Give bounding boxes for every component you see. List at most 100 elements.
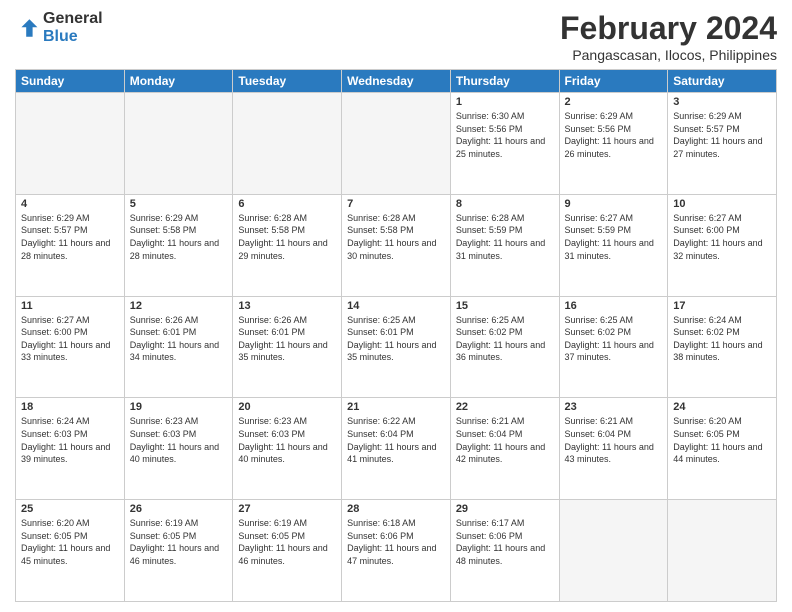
day-header: Tuesday <box>233 70 342 93</box>
page: General Blue February 2024 Pangascasan, … <box>0 0 792 612</box>
calendar-cell: 12 Sunrise: 6:26 AM Sunset: 6:01 PM Dayli… <box>124 296 233 398</box>
calendar-cell: 5 Sunrise: 6:29 AM Sunset: 5:58 PM Daylig… <box>124 194 233 296</box>
day-number: 27 <box>238 503 336 515</box>
calendar-cell: 7 Sunrise: 6:28 AM Sunset: 5:58 PM Daylig… <box>342 194 451 296</box>
day-header: Friday <box>559 70 668 93</box>
day-number: 21 <box>347 401 445 413</box>
calendar-cell: 6 Sunrise: 6:28 AM Sunset: 5:58 PM Daylig… <box>233 194 342 296</box>
day-info: Sunrise: 6:25 AM Sunset: 6:01 PM Dayligh… <box>347 314 445 364</box>
logo-text: General Blue <box>43 10 103 45</box>
day-number: 12 <box>130 300 228 312</box>
day-info: Sunrise: 6:27 AM Sunset: 5:59 PM Dayligh… <box>565 212 663 262</box>
calendar-cell: 11 Sunrise: 6:27 AM Sunset: 6:00 PM Dayli… <box>16 296 125 398</box>
calendar-cell <box>559 500 668 602</box>
day-info: Sunrise: 6:28 AM Sunset: 5:59 PM Dayligh… <box>456 212 554 262</box>
title-block: February 2024 Pangascasan, Ilocos, Phili… <box>560 10 777 63</box>
logo-blue: Blue <box>43 28 103 46</box>
day-number: 2 <box>565 96 663 108</box>
day-info: Sunrise: 6:28 AM Sunset: 5:58 PM Dayligh… <box>347 212 445 262</box>
day-info: Sunrise: 6:28 AM Sunset: 5:58 PM Dayligh… <box>238 212 336 262</box>
calendar-cell: 17 Sunrise: 6:24 AM Sunset: 6:02 PM Dayli… <box>668 296 777 398</box>
title-month: February 2024 <box>560 10 777 47</box>
day-number: 10 <box>673 198 771 210</box>
day-info: Sunrise: 6:17 AM Sunset: 6:06 PM Dayligh… <box>456 517 554 567</box>
calendar-week-row: 25 Sunrise: 6:20 AM Sunset: 6:05 PM Dayli… <box>16 500 777 602</box>
calendar-cell <box>16 93 125 195</box>
day-number: 26 <box>130 503 228 515</box>
calendar-cell: 1 Sunrise: 6:30 AM Sunset: 5:56 PM Daylig… <box>450 93 559 195</box>
day-header: Sunday <box>16 70 125 93</box>
day-number: 17 <box>673 300 771 312</box>
calendar-cell <box>233 93 342 195</box>
day-number: 15 <box>456 300 554 312</box>
day-number: 28 <box>347 503 445 515</box>
day-info: Sunrise: 6:24 AM Sunset: 6:02 PM Dayligh… <box>673 314 771 364</box>
calendar-cell: 22Sunrise: 6:21 AM Sunset: 6:04 PM Dayli… <box>450 398 559 500</box>
calendar-week-row: 1 Sunrise: 6:30 AM Sunset: 5:56 PM Daylig… <box>16 93 777 195</box>
calendar-cell: 2 Sunrise: 6:29 AM Sunset: 5:56 PM Daylig… <box>559 93 668 195</box>
day-info: Sunrise: 6:23 AM Sunset: 6:03 PM Dayligh… <box>238 415 336 465</box>
calendar-cell: 8 Sunrise: 6:28 AM Sunset: 5:59 PM Daylig… <box>450 194 559 296</box>
day-number: 8 <box>456 198 554 210</box>
logo-icon <box>15 16 39 40</box>
day-info: Sunrise: 6:22 AM Sunset: 6:04 PM Dayligh… <box>347 415 445 465</box>
calendar-cell: 19 Sunrise: 6:23 AM Sunset: 6:03 PM Dayli… <box>124 398 233 500</box>
day-info: Sunrise: 6:19 AM Sunset: 6:05 PM Dayligh… <box>130 517 228 567</box>
calendar-cell: 24Sunrise: 6:20 AM Sunset: 6:05 PM Dayli… <box>668 398 777 500</box>
day-number: 1 <box>456 96 554 108</box>
day-number: 13 <box>238 300 336 312</box>
calendar-cell: 14 Sunrise: 6:25 AM Sunset: 6:01 PM Dayli… <box>342 296 451 398</box>
calendar-cell <box>124 93 233 195</box>
calendar-cell: 25 Sunrise: 6:20 AM Sunset: 6:05 PM Dayli… <box>16 500 125 602</box>
day-info: Sunrise: 6:21 AM Sunset: 6:04 PM Dayligh… <box>456 415 554 465</box>
day-info: Sunrise: 6:26 AM Sunset: 6:01 PM Dayligh… <box>130 314 228 364</box>
day-info: Sunrise: 6:29 AM Sunset: 5:57 PM Dayligh… <box>21 212 119 262</box>
calendar-cell: 16Sunrise: 6:25 AM Sunset: 6:02 PM Dayli… <box>559 296 668 398</box>
calendar-cell: 20 Sunrise: 6:23 AM Sunset: 6:03 PM Dayli… <box>233 398 342 500</box>
calendar-week-row: 4 Sunrise: 6:29 AM Sunset: 5:57 PM Daylig… <box>16 194 777 296</box>
day-info: Sunrise: 6:30 AM Sunset: 5:56 PM Dayligh… <box>456 110 554 160</box>
calendar-cell: 3 Sunrise: 6:29 AM Sunset: 5:57 PM Daylig… <box>668 93 777 195</box>
calendar-cell: 13 Sunrise: 6:26 AM Sunset: 6:01 PM Dayli… <box>233 296 342 398</box>
day-info: Sunrise: 6:23 AM Sunset: 6:03 PM Dayligh… <box>130 415 228 465</box>
day-number: 25 <box>21 503 119 515</box>
day-info: Sunrise: 6:20 AM Sunset: 6:05 PM Dayligh… <box>673 415 771 465</box>
calendar-cell: 29 Sunrise: 6:17 AM Sunset: 6:06 PM Dayli… <box>450 500 559 602</box>
day-info: Sunrise: 6:21 AM Sunset: 6:04 PM Dayligh… <box>565 415 663 465</box>
calendar-cell: 18Sunrise: 6:24 AM Sunset: 6:03 PM Dayli… <box>16 398 125 500</box>
day-info: Sunrise: 6:19 AM Sunset: 6:05 PM Dayligh… <box>238 517 336 567</box>
day-number: 7 <box>347 198 445 210</box>
calendar-cell <box>668 500 777 602</box>
day-info: Sunrise: 6:26 AM Sunset: 6:01 PM Dayligh… <box>238 314 336 364</box>
day-number: 14 <box>347 300 445 312</box>
header: General Blue February 2024 Pangascasan, … <box>15 10 777 63</box>
day-info: Sunrise: 6:18 AM Sunset: 6:06 PM Dayligh… <box>347 517 445 567</box>
calendar-cell: 28 Sunrise: 6:18 AM Sunset: 6:06 PM Dayli… <box>342 500 451 602</box>
day-number: 20 <box>238 401 336 413</box>
day-info: Sunrise: 6:29 AM Sunset: 5:58 PM Dayligh… <box>130 212 228 262</box>
day-number: 18 <box>21 401 119 413</box>
calendar-week-row: 11 Sunrise: 6:27 AM Sunset: 6:00 PM Dayli… <box>16 296 777 398</box>
calendar-cell: 23Sunrise: 6:21 AM Sunset: 6:04 PM Dayli… <box>559 398 668 500</box>
day-number: 5 <box>130 198 228 210</box>
day-info: Sunrise: 6:27 AM Sunset: 6:00 PM Dayligh… <box>673 212 771 262</box>
calendar-cell: 21 Sunrise: 6:22 AM Sunset: 6:04 PM Dayli… <box>342 398 451 500</box>
day-info: Sunrise: 6:27 AM Sunset: 6:00 PM Dayligh… <box>21 314 119 364</box>
day-number: 16 <box>565 300 663 312</box>
calendar-cell: 26 Sunrise: 6:19 AM Sunset: 6:05 PM Dayli… <box>124 500 233 602</box>
logo-general: General <box>43 10 103 28</box>
day-number: 9 <box>565 198 663 210</box>
logo: General Blue <box>15 10 103 45</box>
day-info: Sunrise: 6:29 AM Sunset: 5:56 PM Dayligh… <box>565 110 663 160</box>
day-number: 11 <box>21 300 119 312</box>
calendar-table: SundayMondayTuesdayWednesdayThursdayFrid… <box>15 69 777 602</box>
day-info: Sunrise: 6:20 AM Sunset: 6:05 PM Dayligh… <box>21 517 119 567</box>
calendar-header-row: SundayMondayTuesdayWednesdayThursdayFrid… <box>16 70 777 93</box>
day-number: 29 <box>456 503 554 515</box>
calendar-week-row: 18Sunrise: 6:24 AM Sunset: 6:03 PM Dayli… <box>16 398 777 500</box>
day-number: 4 <box>21 198 119 210</box>
day-number: 6 <box>238 198 336 210</box>
day-number: 3 <box>673 96 771 108</box>
day-info: Sunrise: 6:29 AM Sunset: 5:57 PM Dayligh… <box>673 110 771 160</box>
day-number: 19 <box>130 401 228 413</box>
